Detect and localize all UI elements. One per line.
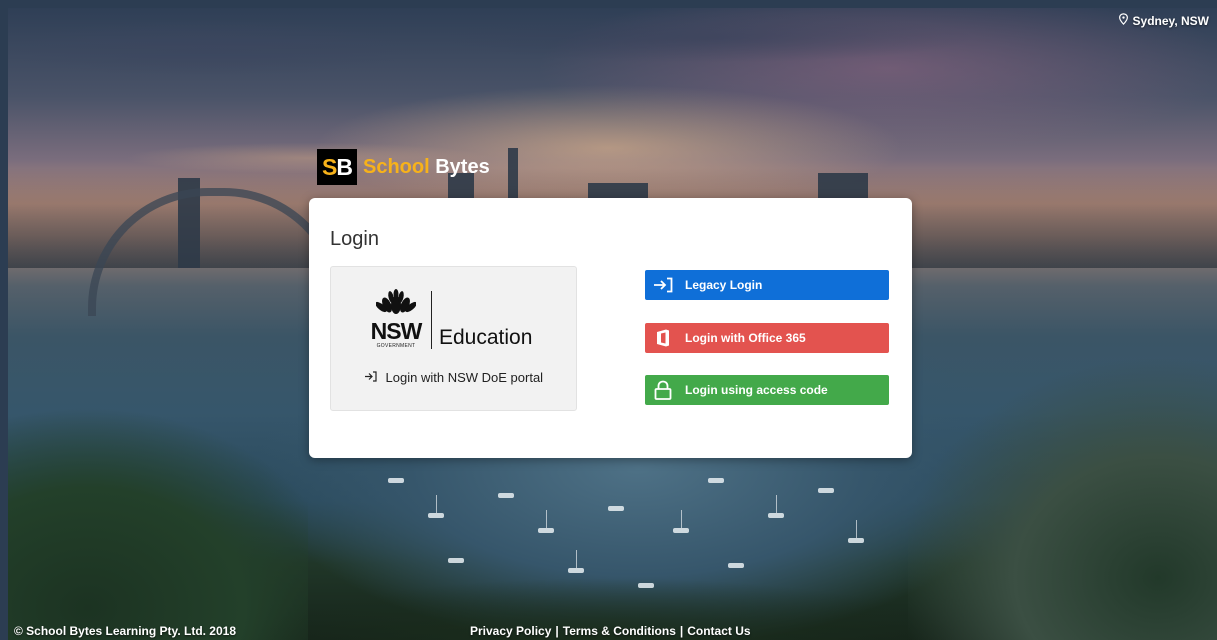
brand-mark-b: B — [336, 153, 353, 180]
sky-clouds — [8, 8, 1217, 178]
brand-name-first: School — [363, 155, 430, 178]
access-code-login-button[interactable]: Login using access code — [645, 375, 889, 405]
sign-in-icon — [364, 370, 381, 385]
login-title: Login — [330, 228, 379, 250]
privacy-policy-link[interactable]: Privacy Policy — [470, 624, 551, 638]
login-card: Login NSW GOVERNMENT Education Login wit… — [309, 198, 912, 458]
lock-icon — [645, 380, 681, 400]
office365-login-button[interactable]: Login with Office 365 — [645, 323, 889, 353]
office365-login-label: Login with Office 365 — [685, 331, 806, 345]
office-icon — [645, 329, 681, 347]
access-code-login-label: Login using access code — [685, 383, 828, 397]
logo-divider — [431, 291, 432, 349]
sign-in-icon — [645, 277, 681, 293]
waratah-logo-icon — [375, 289, 417, 320]
legacy-login-button[interactable]: Legacy Login — [645, 270, 889, 300]
location-indicator: Sydney, NSW — [1118, 13, 1209, 28]
contact-us-link[interactable]: Contact Us — [687, 624, 750, 638]
brand-mark-s: S — [322, 153, 337, 180]
terms-conditions-link[interactable]: Terms & Conditions — [563, 624, 676, 638]
nsw-doe-login-link[interactable]: Login with NSW DoE portal — [331, 370, 576, 385]
education-wordmark: Education — [439, 326, 533, 349]
brand-name-second: Bytes — [435, 155, 490, 178]
nsw-government-mark: NSW GOVERNMENT — [367, 289, 425, 349]
map-pin-icon — [1118, 13, 1129, 28]
school-bytes-logo: SB School Bytes — [317, 149, 490, 185]
location-label: Sydney, NSW — [1132, 13, 1209, 28]
footer-links: Privacy Policy | Terms & Conditions | Co… — [470, 624, 751, 638]
government-wordmark: GOVERNMENT — [376, 343, 416, 349]
copyright-notice: © School Bytes Learning Pty. Ltd. 2018 — [14, 624, 237, 638]
footer-separator: | — [555, 624, 559, 638]
brand-name: School Bytes — [363, 156, 490, 179]
nsw-doe-login-label: Login with NSW DoE portal — [385, 370, 544, 385]
nsw-wordmark: NSW — [370, 318, 423, 344]
nsw-doe-login-tile[interactable]: NSW GOVERNMENT Education Login with NSW … — [330, 266, 577, 411]
footer-separator: | — [679, 624, 684, 638]
brand-mark: SB — [317, 149, 357, 185]
legacy-login-label: Legacy Login — [685, 278, 763, 292]
nsw-education-logo: NSW GOVERNMENT Education — [367, 289, 532, 349]
